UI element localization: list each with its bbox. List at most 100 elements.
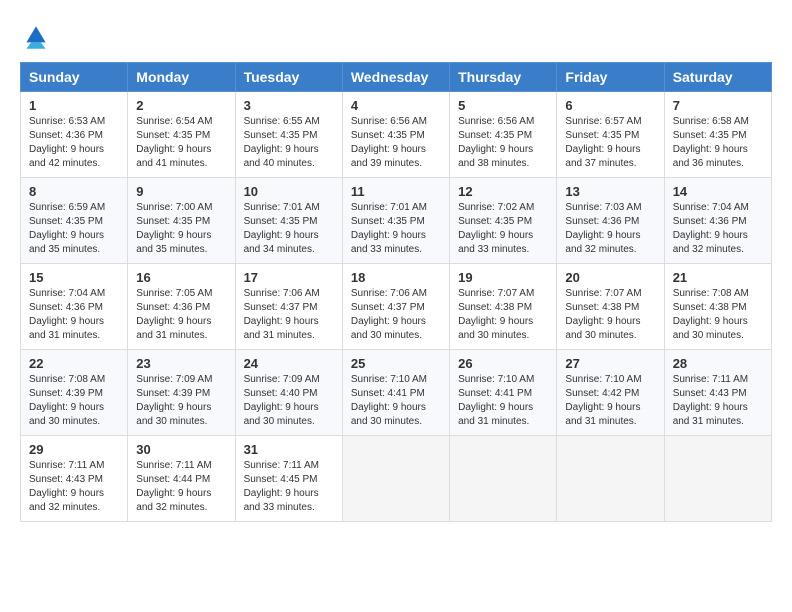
day-info: Sunrise: 7:10 AMSunset: 4:42 PMDaylight:…: [565, 373, 655, 429]
day-number: 14: [673, 184, 763, 199]
day-number: 12: [458, 184, 548, 199]
calendar-cell: [664, 436, 771, 522]
day-info: Sunrise: 7:04 AMSunset: 4:36 PMDaylight:…: [29, 287, 119, 343]
day-number: 26: [458, 356, 548, 371]
calendar-cell: 21 Sunrise: 7:08 AMSunset: 4:38 PMDaylig…: [664, 264, 771, 350]
day-info: Sunrise: 7:09 AMSunset: 4:40 PMDaylight:…: [244, 373, 334, 429]
day-info: Sunrise: 7:00 AMSunset: 4:35 PMDaylight:…: [136, 201, 226, 257]
day-info: Sunrise: 6:54 AMSunset: 4:35 PMDaylight:…: [136, 115, 226, 171]
calendar-cell: 4 Sunrise: 6:56 AMSunset: 4:35 PMDayligh…: [342, 92, 449, 178]
logo-icon: [20, 20, 52, 52]
day-info: Sunrise: 6:56 AMSunset: 4:35 PMDaylight:…: [458, 115, 548, 171]
day-number: 1: [29, 98, 119, 113]
calendar-cell: 10 Sunrise: 7:01 AMSunset: 4:35 PMDaylig…: [235, 178, 342, 264]
calendar-cell: 9 Sunrise: 7:00 AMSunset: 4:35 PMDayligh…: [128, 178, 235, 264]
calendar-cell: 20 Sunrise: 7:07 AMSunset: 4:38 PMDaylig…: [557, 264, 664, 350]
day-info: Sunrise: 6:59 AMSunset: 4:35 PMDaylight:…: [29, 201, 119, 257]
calendar-cell: 6 Sunrise: 6:57 AMSunset: 4:35 PMDayligh…: [557, 92, 664, 178]
calendar-cell: 11 Sunrise: 7:01 AMSunset: 4:35 PMDaylig…: [342, 178, 449, 264]
calendar-cell: 14 Sunrise: 7:04 AMSunset: 4:36 PMDaylig…: [664, 178, 771, 264]
day-info: Sunrise: 7:08 AMSunset: 4:39 PMDaylight:…: [29, 373, 119, 429]
day-number: 9: [136, 184, 226, 199]
day-number: 27: [565, 356, 655, 371]
calendar-cell: 29 Sunrise: 7:11 AMSunset: 4:43 PMDaylig…: [21, 436, 128, 522]
day-number: 23: [136, 356, 226, 371]
day-number: 4: [351, 98, 441, 113]
calendar-cell: 1 Sunrise: 6:53 AMSunset: 4:36 PMDayligh…: [21, 92, 128, 178]
calendar-header-row: SundayMondayTuesdayWednesdayThursdayFrid…: [21, 63, 772, 92]
day-info: Sunrise: 7:11 AMSunset: 4:43 PMDaylight:…: [29, 459, 119, 515]
day-info: Sunrise: 7:01 AMSunset: 4:35 PMDaylight:…: [244, 201, 334, 257]
logo: [20, 20, 56, 52]
day-info: Sunrise: 7:05 AMSunset: 4:36 PMDaylight:…: [136, 287, 226, 343]
page-header: [20, 20, 772, 52]
calendar-cell: 13 Sunrise: 7:03 AMSunset: 4:36 PMDaylig…: [557, 178, 664, 264]
weekday-header-thursday: Thursday: [450, 63, 557, 92]
day-number: 28: [673, 356, 763, 371]
calendar-cell: 3 Sunrise: 6:55 AMSunset: 4:35 PMDayligh…: [235, 92, 342, 178]
day-info: Sunrise: 7:04 AMSunset: 4:36 PMDaylight:…: [673, 201, 763, 257]
day-number: 17: [244, 270, 334, 285]
day-info: Sunrise: 6:56 AMSunset: 4:35 PMDaylight:…: [351, 115, 441, 171]
day-number: 11: [351, 184, 441, 199]
weekday-header-saturday: Saturday: [664, 63, 771, 92]
day-number: 6: [565, 98, 655, 113]
calendar-cell: 25 Sunrise: 7:10 AMSunset: 4:41 PMDaylig…: [342, 350, 449, 436]
day-info: Sunrise: 6:57 AMSunset: 4:35 PMDaylight:…: [565, 115, 655, 171]
day-number: 24: [244, 356, 334, 371]
day-number: 29: [29, 442, 119, 457]
day-number: 15: [29, 270, 119, 285]
calendar-cell: 18 Sunrise: 7:06 AMSunset: 4:37 PMDaylig…: [342, 264, 449, 350]
calendar-cell: 23 Sunrise: 7:09 AMSunset: 4:39 PMDaylig…: [128, 350, 235, 436]
day-number: 30: [136, 442, 226, 457]
day-info: Sunrise: 7:10 AMSunset: 4:41 PMDaylight:…: [351, 373, 441, 429]
calendar-cell: 19 Sunrise: 7:07 AMSunset: 4:38 PMDaylig…: [450, 264, 557, 350]
weekday-header-friday: Friday: [557, 63, 664, 92]
weekday-header-monday: Monday: [128, 63, 235, 92]
weekday-header-tuesday: Tuesday: [235, 63, 342, 92]
day-number: 2: [136, 98, 226, 113]
day-number: 31: [244, 442, 334, 457]
calendar-cell: 8 Sunrise: 6:59 AMSunset: 4:35 PMDayligh…: [21, 178, 128, 264]
day-info: Sunrise: 7:11 AMSunset: 4:45 PMDaylight:…: [244, 459, 334, 515]
calendar-cell: 16 Sunrise: 7:05 AMSunset: 4:36 PMDaylig…: [128, 264, 235, 350]
day-info: Sunrise: 7:10 AMSunset: 4:41 PMDaylight:…: [458, 373, 548, 429]
calendar-cell: 27 Sunrise: 7:10 AMSunset: 4:42 PMDaylig…: [557, 350, 664, 436]
day-number: 25: [351, 356, 441, 371]
day-number: 5: [458, 98, 548, 113]
calendar-table: SundayMondayTuesdayWednesdayThursdayFrid…: [20, 62, 772, 522]
day-info: Sunrise: 7:01 AMSunset: 4:35 PMDaylight:…: [351, 201, 441, 257]
calendar-cell: 22 Sunrise: 7:08 AMSunset: 4:39 PMDaylig…: [21, 350, 128, 436]
day-number: 8: [29, 184, 119, 199]
calendar-cell: 7 Sunrise: 6:58 AMSunset: 4:35 PMDayligh…: [664, 92, 771, 178]
day-number: 22: [29, 356, 119, 371]
day-number: 21: [673, 270, 763, 285]
weekday-header-wednesday: Wednesday: [342, 63, 449, 92]
day-info: Sunrise: 7:06 AMSunset: 4:37 PMDaylight:…: [351, 287, 441, 343]
day-info: Sunrise: 6:58 AMSunset: 4:35 PMDaylight:…: [673, 115, 763, 171]
calendar-week-4: 22 Sunrise: 7:08 AMSunset: 4:39 PMDaylig…: [21, 350, 772, 436]
calendar-cell: 12 Sunrise: 7:02 AMSunset: 4:35 PMDaylig…: [450, 178, 557, 264]
calendar-cell: [450, 436, 557, 522]
day-info: Sunrise: 7:11 AMSunset: 4:44 PMDaylight:…: [136, 459, 226, 515]
day-number: 20: [565, 270, 655, 285]
day-number: 3: [244, 98, 334, 113]
calendar-week-3: 15 Sunrise: 7:04 AMSunset: 4:36 PMDaylig…: [21, 264, 772, 350]
day-number: 18: [351, 270, 441, 285]
day-info: Sunrise: 7:08 AMSunset: 4:38 PMDaylight:…: [673, 287, 763, 343]
day-number: 7: [673, 98, 763, 113]
weekday-header-sunday: Sunday: [21, 63, 128, 92]
day-number: 16: [136, 270, 226, 285]
calendar-week-1: 1 Sunrise: 6:53 AMSunset: 4:36 PMDayligh…: [21, 92, 772, 178]
calendar-cell: 30 Sunrise: 7:11 AMSunset: 4:44 PMDaylig…: [128, 436, 235, 522]
day-info: Sunrise: 6:55 AMSunset: 4:35 PMDaylight:…: [244, 115, 334, 171]
day-info: Sunrise: 7:11 AMSunset: 4:43 PMDaylight:…: [673, 373, 763, 429]
day-info: Sunrise: 7:03 AMSunset: 4:36 PMDaylight:…: [565, 201, 655, 257]
calendar-cell: 28 Sunrise: 7:11 AMSunset: 4:43 PMDaylig…: [664, 350, 771, 436]
day-number: 19: [458, 270, 548, 285]
day-info: Sunrise: 7:09 AMSunset: 4:39 PMDaylight:…: [136, 373, 226, 429]
calendar-cell: 26 Sunrise: 7:10 AMSunset: 4:41 PMDaylig…: [450, 350, 557, 436]
calendar-week-5: 29 Sunrise: 7:11 AMSunset: 4:43 PMDaylig…: [21, 436, 772, 522]
day-info: Sunrise: 7:07 AMSunset: 4:38 PMDaylight:…: [565, 287, 655, 343]
day-info: Sunrise: 6:53 AMSunset: 4:36 PMDaylight:…: [29, 115, 119, 171]
